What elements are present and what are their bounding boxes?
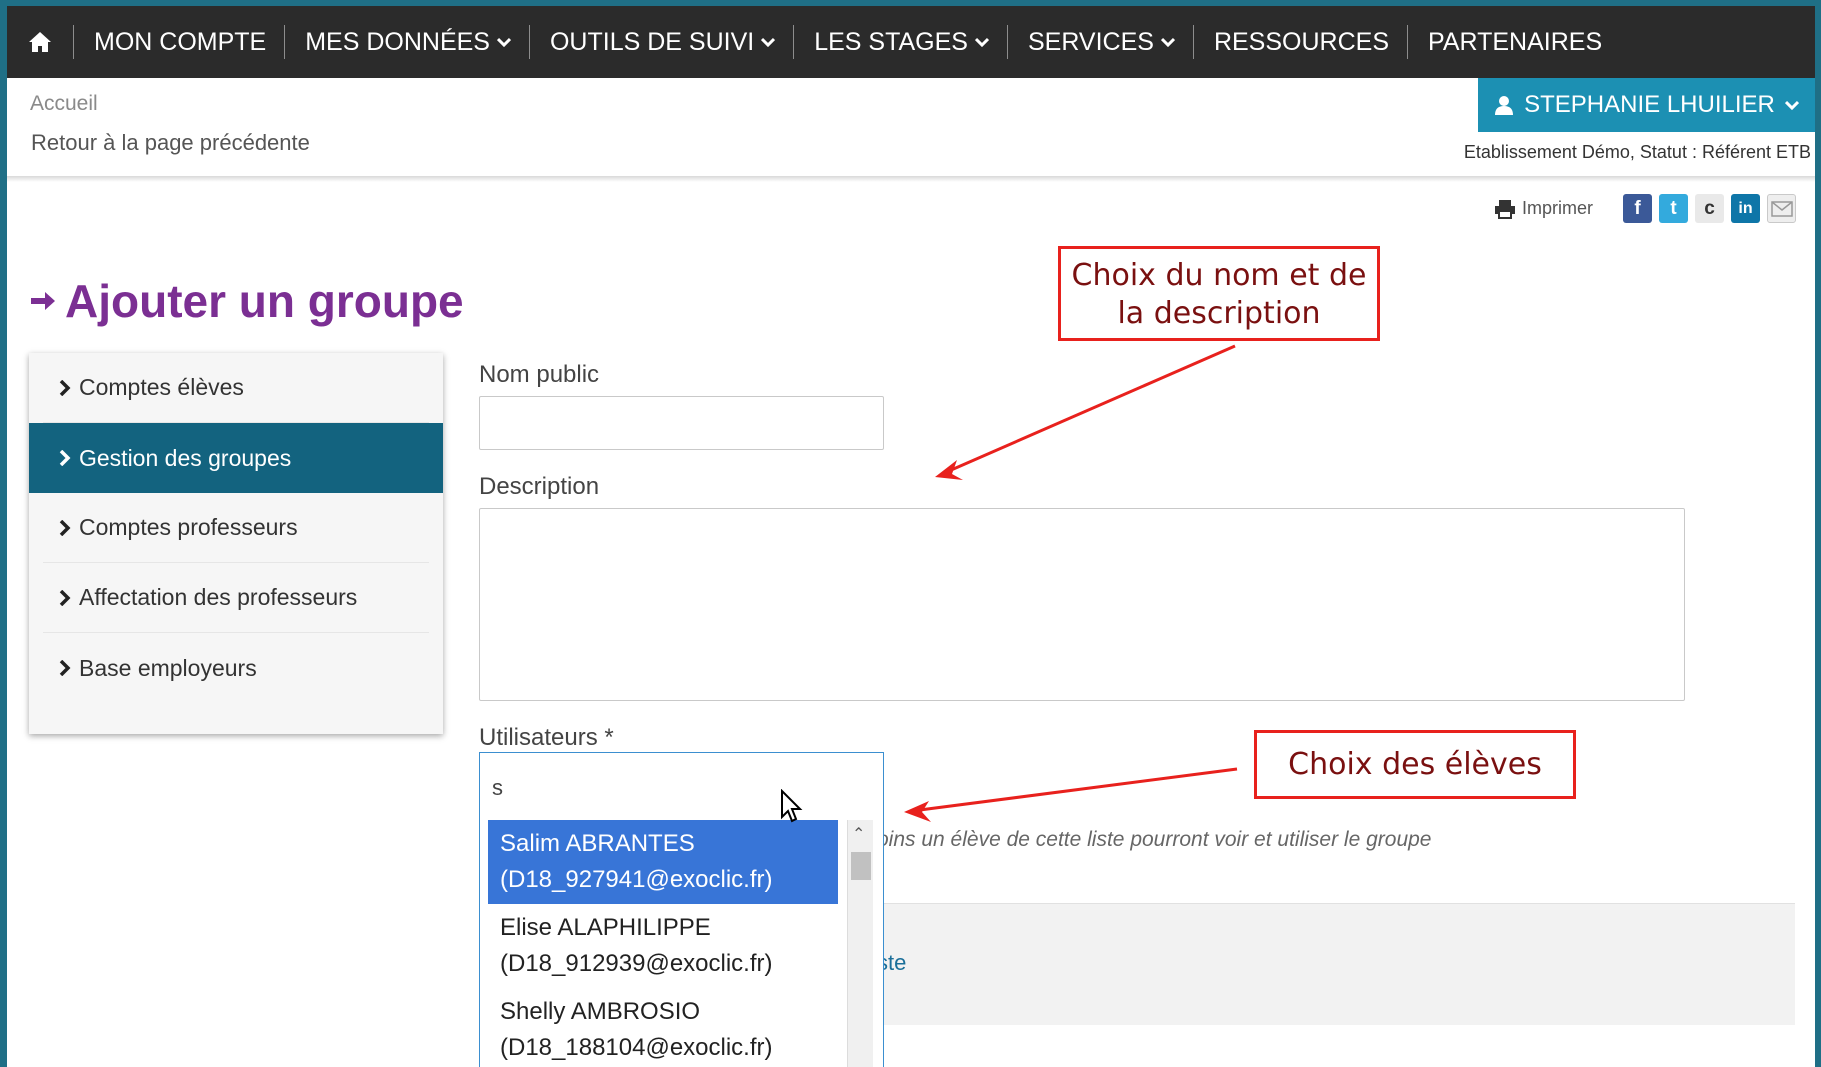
callout-name-description: Choix du nom et de la description [1058,246,1380,341]
app-frame: MON COMPTE MES DONNÉES OUTILS DE SUIVI L… [7,6,1815,1067]
callout-students: Choix des élèves [1254,730,1576,799]
arrow-head [904,801,931,822]
arrow-head [935,460,963,480]
annotation-arrows [904,344,1238,822]
